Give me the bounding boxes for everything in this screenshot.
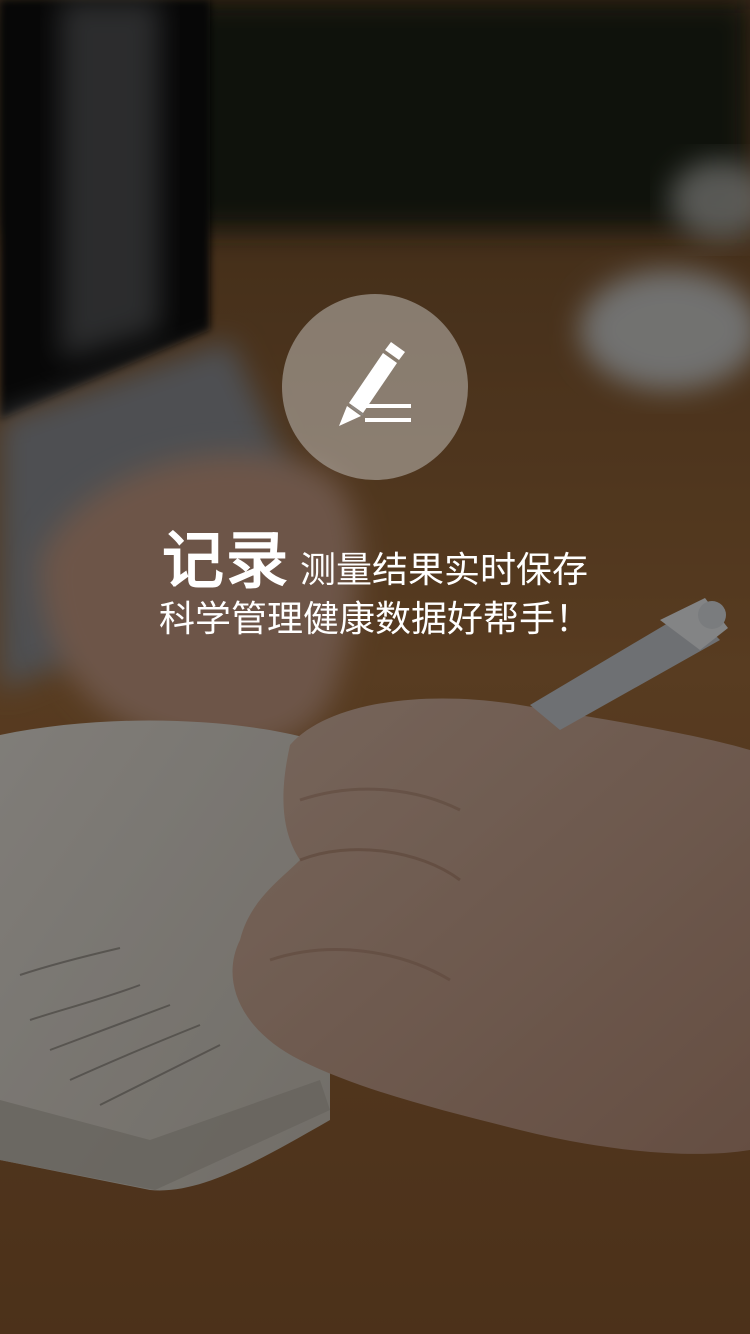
feature-subtitle: 科学管理健康数据好帮手！ (158, 599, 591, 640)
onboarding-screen: 记录 测量结果实时保存 科学管理健康数据好帮手！ (0, 0, 750, 1334)
dim-overlay (0, 0, 750, 1334)
feature-headline: 记录 测量结果实时保存 (0, 510, 750, 600)
feature-title: 记录 (161, 524, 290, 597)
feature-tagline: 测量结果实时保存 (300, 550, 589, 591)
pencil-write-icon (282, 294, 468, 480)
